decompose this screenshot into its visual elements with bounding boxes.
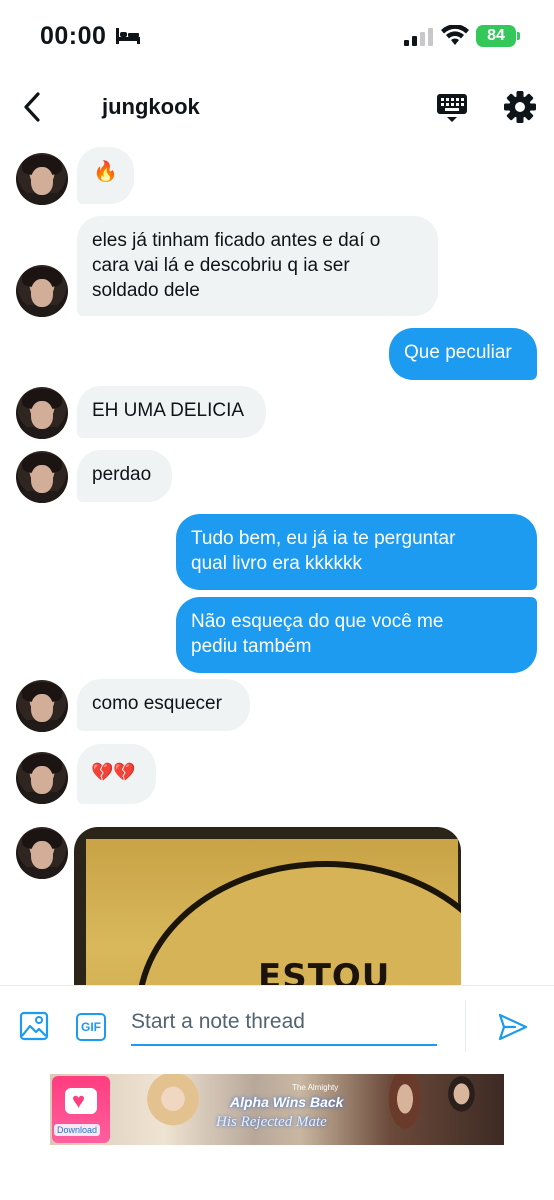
battery-indicator: 84 xyxy=(476,25,516,47)
ad-image-man xyxy=(430,1074,500,1145)
ad-image-woman xyxy=(128,1074,218,1145)
ad-download-label[interactable]: Download xyxy=(54,1124,101,1136)
image-icon[interactable] xyxy=(19,1011,49,1041)
ad-image-woman-2 xyxy=(380,1074,430,1145)
sender-avatar[interactable] xyxy=(16,752,68,804)
gif-icon[interactable]: GIF xyxy=(76,1013,106,1041)
keyboard-icon[interactable] xyxy=(436,92,468,124)
note-thread-input[interactable] xyxy=(131,1000,437,1046)
message-bubble-received[interactable]: eles já tinham ficado antes e daí o cara… xyxy=(77,216,438,316)
cellular-signal-icon xyxy=(404,28,433,46)
message-bubble-received[interactable]: como esquecer xyxy=(77,679,250,731)
message-bubble-received[interactable]: 🔥 xyxy=(77,147,134,204)
conversation-header: jungkook xyxy=(0,74,554,140)
message-bubble-sent[interactable]: Não esqueça do que você me pediu também xyxy=(176,597,537,673)
ad-title: Alpha Wins Back xyxy=(230,1094,344,1110)
sleep-mode-icon xyxy=(116,28,140,44)
status-time: 00:00 xyxy=(40,22,107,50)
composer-divider xyxy=(465,1000,466,1052)
message-bubble-received[interactable]: 💔💔 xyxy=(77,744,156,804)
ad-small-text: The Almighty xyxy=(292,1083,339,1092)
settings-gear-icon[interactable] xyxy=(503,90,537,124)
back-arrow-icon[interactable] xyxy=(18,90,50,124)
sender-avatar[interactable] xyxy=(16,680,68,732)
heart-icon xyxy=(65,1088,97,1114)
conversation-title[interactable]: jungkook xyxy=(102,94,200,120)
sender-avatar[interactable] xyxy=(16,153,68,205)
sender-avatar[interactable] xyxy=(16,827,68,879)
ad-subtitle: His Rejected Mate xyxy=(216,1114,327,1130)
message-image[interactable]: ESTOU xyxy=(74,827,461,997)
battery-tip xyxy=(517,32,520,40)
message-bubble-received[interactable]: EH UMA DELICIA xyxy=(77,386,266,438)
message-bubble-sent[interactable]: Tudo bem, eu já ia te perguntar qual liv… xyxy=(176,514,537,590)
sender-avatar[interactable] xyxy=(16,265,68,317)
image-content: ESTOU xyxy=(86,839,461,997)
status-bar: 00:00 84 xyxy=(0,0,554,74)
sender-avatar[interactable] xyxy=(16,451,68,503)
message-composer: GIF xyxy=(0,985,554,1065)
message-bubble-sent[interactable]: Que peculiar xyxy=(389,328,537,380)
sender-avatar[interactable] xyxy=(16,387,68,439)
wifi-icon xyxy=(441,25,469,45)
send-icon[interactable] xyxy=(498,1013,528,1041)
ad-banner[interactable]: Download The Almighty Alpha Wins Back Hi… xyxy=(50,1074,504,1145)
message-bubble-received[interactable]: perdao xyxy=(77,450,172,502)
